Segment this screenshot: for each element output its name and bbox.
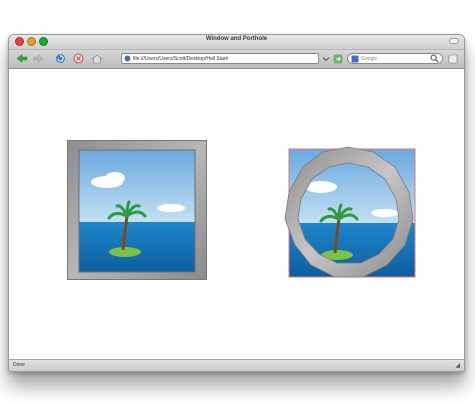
bookmark-star-button[interactable] [321,53,331,64]
title-bar: Window and Porthole [9,35,464,50]
reload-button[interactable] [53,53,67,64]
home-button[interactable] [89,53,105,64]
search-engine-icon [351,55,359,62]
forward-button[interactable] [31,53,45,64]
reload-icon [55,54,65,63]
toolbar-toggle-button[interactable] [449,38,459,44]
site-globe-icon [124,55,131,62]
address-text: file:///Users/Users/Scott/Desktop/Hall S… [133,55,229,62]
forward-arrow-icon [32,54,43,63]
page-menu-icon [448,54,458,63]
dropdown-chevron-icon [322,56,330,61]
navigation-toolbar: file:///Users/Users/Scott/Desktop/Hall S… [9,50,464,69]
search-placeholder: Google [361,55,378,62]
status-resize-icon: ◢ [455,363,460,369]
search-field[interactable]: Google [347,53,443,64]
page-menu-button[interactable] [447,53,459,64]
back-arrow-icon [16,54,28,63]
address-bar[interactable]: file:///Users/Users/Scott/Desktop/Hall S… [121,53,319,64]
search-icon[interactable] [430,54,439,63]
back-button[interactable] [14,53,30,64]
stop-button[interactable] [71,53,85,64]
status-text: Done [13,362,25,368]
square-window-image [67,140,207,280]
browser-window: Window and Porthole file:///Users/Users/… [8,34,465,372]
window-title: Window and Porthole [205,36,268,42]
page-content [9,69,464,359]
porthole-image [284,146,416,278]
go-button[interactable] [332,53,344,64]
status-bar: Done ◢ [9,359,464,371]
stop-icon [73,53,83,64]
go-arrow-icon [333,54,343,63]
home-icon [91,54,103,63]
